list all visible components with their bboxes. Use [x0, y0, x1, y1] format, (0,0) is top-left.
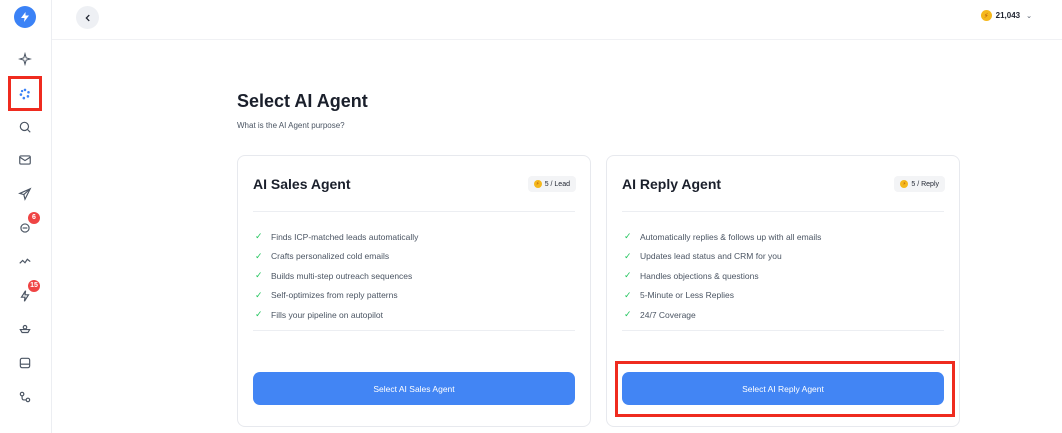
- feature-text: Self-optimizes from reply patterns: [271, 290, 398, 301]
- agent-card-reply: AI Reply Agent ⚡ 5 / Reply ✓ Automaticall…: [606, 155, 960, 427]
- feature-text: Automatically replies & follows up with …: [640, 231, 822, 242]
- tray-icon[interactable]: [11, 350, 39, 376]
- chevron-down-icon: ⌄: [1026, 12, 1032, 20]
- feature-text: 24/7 Coverage: [640, 309, 696, 320]
- check-icon: ✓: [624, 231, 632, 242]
- feature-item: ✓ Automatically replies & follows up with…: [624, 227, 821, 247]
- feature-text: 5-Minute or Less Replies: [640, 290, 735, 301]
- feature-item: ✓ Builds multi-step outreach sequences: [255, 266, 418, 286]
- sidebar: 6 15: [0, 0, 52, 433]
- coin-icon: ⚡: [980, 10, 992, 21]
- price-badge: ⚡ 5 / Reply: [894, 176, 945, 192]
- top-bar: ⚡ 21,043 ⌄: [52, 0, 1062, 40]
- divider: [622, 330, 944, 331]
- feature-item: ✓ Updates lead status and CRM for you: [624, 247, 821, 267]
- credits-value: 21,043: [995, 11, 1021, 20]
- feature-text: Updates lead status and CRM for you: [640, 251, 782, 262]
- coin-icon: ⚡: [900, 180, 909, 188]
- workflow-icon[interactable]: [11, 384, 39, 410]
- bolt-icon[interactable]: [14, 6, 36, 28]
- card-title: AI Sales Agent: [253, 176, 351, 192]
- select-reply-agent-button[interactable]: Select AI Reply Agent: [622, 372, 944, 405]
- feature-item: ✓ 5-Minute or Less Replies: [624, 286, 821, 306]
- page-title: Select AI Agent: [237, 91, 368, 111]
- card-title: AI Reply Agent: [622, 176, 722, 192]
- back-button[interactable]: [76, 6, 99, 29]
- app: 6 15 ⚡ 21,043 ⌄ Select AI Agent What is …: [0, 0, 1062, 433]
- check-icon: ✓: [255, 309, 263, 320]
- credits-dropdown[interactable]: ⚡ 21,043 ⌄: [980, 10, 1032, 21]
- ai-agents-icon[interactable]: [11, 81, 39, 107]
- feature-item: ✓ 24/7 Coverage: [624, 305, 821, 325]
- check-icon: ✓: [624, 270, 632, 281]
- send-icon[interactable]: [11, 181, 39, 207]
- divider: [622, 211, 944, 212]
- feature-text: Crafts personalized cold emails: [271, 251, 390, 262]
- feature-list: ✓ Automatically replies & follows up with…: [624, 227, 821, 325]
- check-icon: ✓: [255, 289, 263, 300]
- coin-icon: ⚡: [533, 180, 542, 188]
- feature-text: Handles objections & questions: [640, 270, 759, 281]
- feature-text: Fills your pipeline on autopilot: [271, 309, 383, 320]
- feature-text: Finds ICP-matched leads automatically: [271, 231, 419, 242]
- check-icon: ✓: [624, 289, 632, 300]
- select-sales-agent-button[interactable]: Select AI Sales Agent: [253, 372, 575, 405]
- integrations-icon[interactable]: [11, 316, 39, 342]
- mail-icon[interactable]: [11, 147, 39, 173]
- price-label: 5 / Lead: [544, 180, 570, 188]
- feature-item: ✓ Fills your pipeline on autopilot: [255, 305, 418, 325]
- check-icon: ✓: [624, 309, 632, 320]
- notification-badge: 15: [28, 280, 40, 292]
- feature-item: ✓ Finds ICP-matched leads automatically: [255, 227, 418, 247]
- divider: [253, 211, 575, 212]
- analytics-icon[interactable]: [11, 248, 39, 274]
- feature-item: ✓ Handles objections & questions: [624, 266, 821, 286]
- price-badge: ⚡ 5 / Lead: [527, 176, 576, 192]
- search-icon[interactable]: [11, 114, 39, 140]
- chevron-left-icon: [84, 14, 90, 21]
- sparkle-icon[interactable]: [11, 46, 39, 72]
- agent-card-sales: AI Sales Agent ⚡ 5 / Lead ✓ Finds ICP-mat…: [237, 155, 591, 427]
- notification-badge: 6: [28, 212, 40, 224]
- check-icon: ✓: [255, 250, 263, 261]
- check-icon: ✓: [255, 231, 263, 242]
- feature-list: ✓ Finds ICP-matched leads automatically ✓…: [255, 227, 418, 325]
- price-label: 5 / Reply: [911, 180, 939, 188]
- page-subtitle: What is the AI Agent purpose?: [237, 121, 345, 130]
- feature-item: ✓ Crafts personalized cold emails: [255, 247, 418, 267]
- feature-text: Builds multi-step outreach sequences: [271, 270, 413, 281]
- feature-item: ✓ Self-optimizes from reply patterns: [255, 286, 418, 306]
- check-icon: ✓: [624, 250, 632, 261]
- zap-icon[interactable]: 15: [11, 280, 40, 309]
- inbox-stack-icon[interactable]: 6: [11, 212, 40, 241]
- divider: [253, 330, 575, 331]
- check-icon: ✓: [255, 270, 263, 281]
